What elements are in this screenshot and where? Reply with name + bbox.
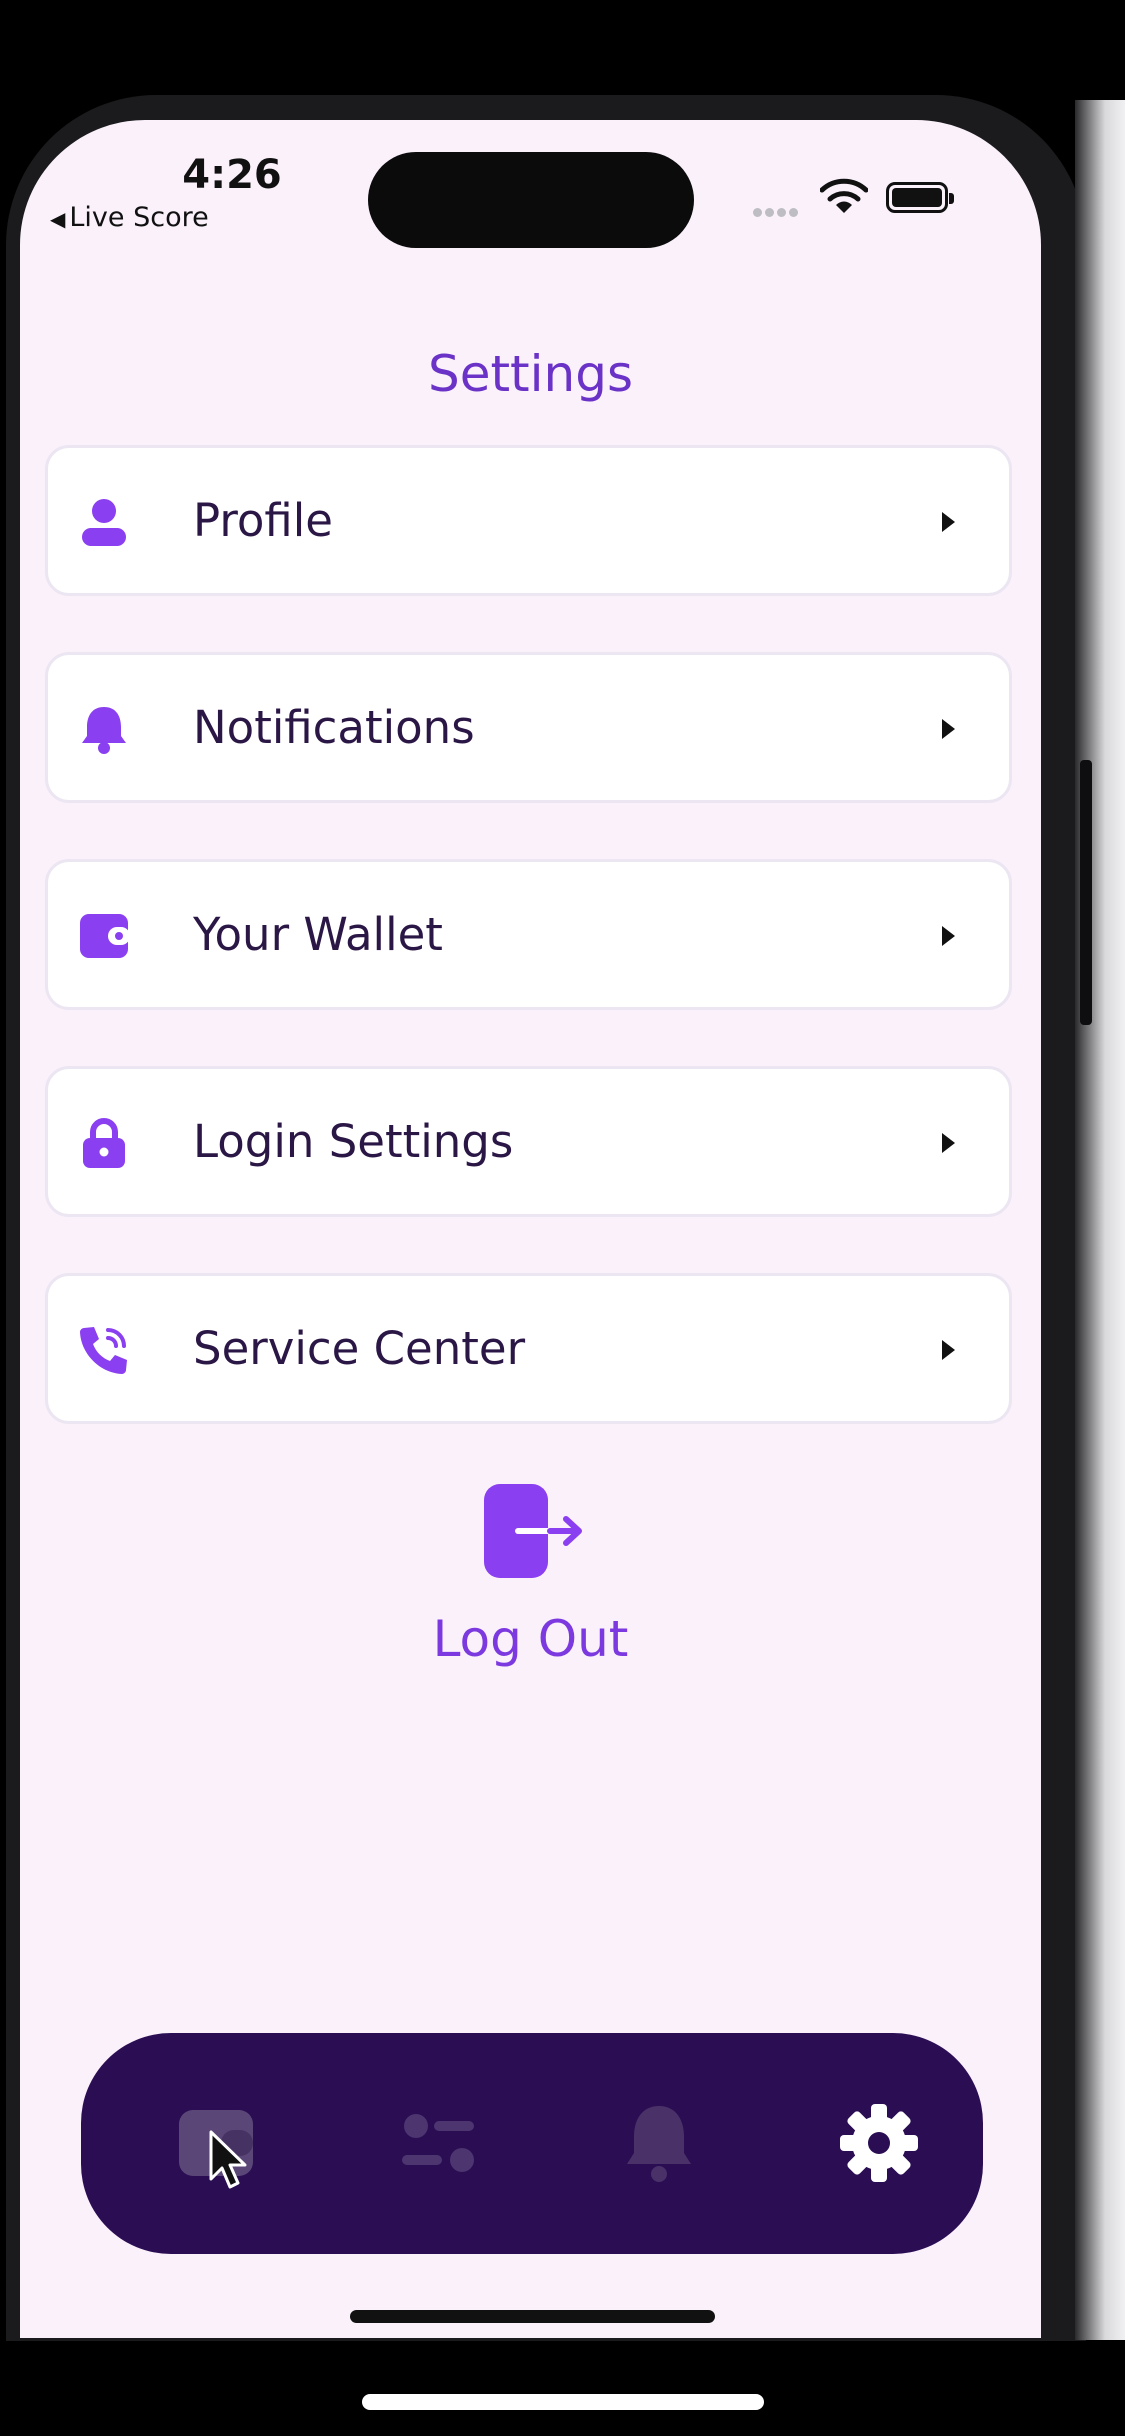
lock-icon [83,1118,125,1168]
menu-item-service-center[interactable]: Service Center [45,1273,1012,1424]
chevron-right-icon [942,719,955,739]
battery-icon [886,182,954,213]
chevron-right-icon [942,1133,955,1153]
dynamic-island [368,152,694,248]
tab-bell-icon[interactable] [614,2098,704,2188]
home-indicator-outer [362,2394,764,2410]
menu-item-profile[interactable]: Profile [45,445,1012,596]
person-icon [82,499,126,546]
device-edge [1075,100,1125,2340]
menu-item-wallet[interactable]: Your Wallet [45,859,1012,1010]
menu-item-label: Service Center [193,1322,526,1375]
tab-sliders-icon[interactable] [394,2098,484,2188]
tab-gear-icon[interactable] [834,2098,924,2188]
menu-item-label: Profile [193,494,333,547]
menu-item-notifications[interactable]: Notifications [45,652,1012,803]
phone-screen: 4:26 ◀ Live Score Settings Profile Notifi… [20,120,1041,2338]
mouse-cursor-icon [209,2130,247,2189]
menu-item-label: Your Wallet [193,908,443,961]
logout-icon[interactable] [480,1482,590,1580]
page-title: Settings [427,345,634,403]
back-to-app-link[interactable]: ◀ Live Score [50,202,209,233]
chevron-right-icon [942,512,955,532]
status-time: 4:26 [182,152,282,198]
menu-item-label: Notifications [193,701,475,754]
menu-item-label: Login Settings [193,1115,514,1168]
wallet-icon [80,914,130,958]
back-app-label: Live Score [69,202,209,233]
logout-button[interactable]: Log Out [20,1610,1041,1668]
back-arrow-icon: ◀ [50,207,66,231]
cellular-signal-icon [753,202,805,217]
chevron-right-icon [942,1340,955,1360]
menu-item-login-settings[interactable]: Login Settings [45,1066,1012,1217]
bell-icon [82,707,126,754]
home-indicator [350,2310,715,2323]
chevron-right-icon [942,926,955,946]
phone-icon [80,1327,127,1374]
wifi-icon [820,178,868,213]
device-side-button [1080,760,1092,1025]
